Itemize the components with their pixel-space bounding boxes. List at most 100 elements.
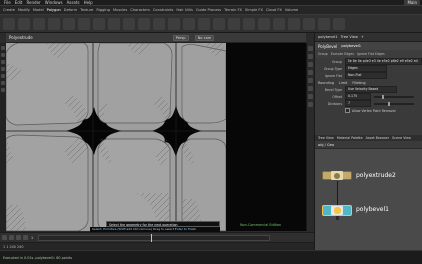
shelf-tab[interactable]: Hair Utils [176, 8, 192, 12]
shelf-tab[interactable]: Rigging [96, 8, 110, 12]
display-options-icon[interactable] [308, 46, 313, 51]
frame-cursor[interactable] [151, 233, 153, 242]
shelf-tab[interactable]: Simple FX [245, 8, 263, 12]
snapshot-icon[interactable] [308, 102, 313, 107]
node-polybevel1[interactable] [322, 205, 352, 220]
shelf-tab[interactable]: Constraints [153, 8, 174, 12]
network-path[interactable]: obj / Geo [318, 143, 334, 147]
path-tool-icon[interactable] [153, 17, 165, 30]
shelf-tab[interactable]: Modify [18, 8, 30, 12]
divisions-field[interactable]: 7 [345, 100, 371, 107]
network-editor[interactable]: Tree View Material Palette Asset Browser… [314, 135, 422, 250]
draw-curve-tool-icon[interactable] [138, 17, 150, 30]
box-tool-icon[interactable] [3, 17, 15, 30]
shelf-tab[interactable]: Guide Process [196, 8, 221, 12]
tab-scene-view[interactable]: Scene View [392, 136, 411, 140]
handle-tool-icon[interactable] [1, 74, 5, 78]
sphere-tool-icon[interactable] [18, 17, 30, 30]
normals-icon[interactable] [308, 70, 313, 75]
bevel-type-select[interactable]: Use Velocity Based [345, 86, 397, 93]
step-back-icon[interactable] [9, 235, 14, 240]
step-forward-icon[interactable] [23, 235, 28, 240]
offset-slider-handle[interactable] [382, 94, 384, 99]
grid-tool-icon[interactable] [63, 17, 75, 30]
tab-asset-browser[interactable]: Asset Browser [366, 136, 389, 140]
camera-select[interactable]: No cam [194, 34, 215, 41]
menu-edit[interactable]: Edit [15, 0, 23, 5]
shelf-tab[interactable]: Terrain FX [224, 8, 242, 12]
jump-start-icon[interactable] [2, 235, 7, 240]
tab-polybevel1[interactable]: polybevel1 [318, 35, 338, 39]
filter-option[interactable]: Ignore Flat Edges [357, 52, 385, 56]
ghost-icon[interactable] [308, 86, 313, 91]
rotate-tool-icon[interactable] [1, 60, 5, 64]
menu-assets[interactable]: Assets [67, 0, 80, 5]
geo-light-tool-icon[interactable] [318, 17, 330, 30]
scale-tool-icon[interactable] [1, 67, 5, 71]
menu-help[interactable]: Help [84, 0, 93, 5]
pose-tool-icon[interactable] [1, 81, 5, 85]
line-tool-icon[interactable] [93, 17, 105, 30]
group-field[interactable]: 5e 6e 0e p4e3 e3 4e e5e2 p6e2 e9 e5e2 e4 [344, 58, 422, 65]
env-light-tool-icon[interactable] [333, 17, 345, 30]
output-connector-icon[interactable] [336, 216, 339, 220]
divisions-slider[interactable] [374, 101, 414, 106]
3d-viewport[interactable] [6, 43, 226, 231]
shelf-tab[interactable]: Volume [285, 8, 298, 12]
file-tool-icon[interactable] [243, 17, 255, 30]
view-mode-select[interactable]: Persp [172, 34, 189, 41]
filter-option[interactable]: Group [318, 52, 328, 56]
shading-mode-icon[interactable] [308, 54, 313, 59]
spot-light-tool-icon[interactable] [288, 17, 300, 30]
torus-tool-icon[interactable] [48, 17, 60, 30]
section-tab[interactable]: Filleting [352, 81, 365, 85]
wireframe-icon[interactable] [308, 62, 313, 67]
shelf-tab[interactable]: Polygon [47, 8, 61, 12]
vertex-removal-checkbox[interactable] [345, 108, 350, 113]
group-type-select[interactable]: Edges [345, 65, 387, 72]
circle-tool-icon[interactable] [108, 17, 120, 30]
offset-field[interactable]: 0.175 [345, 93, 371, 100]
play-icon[interactable] [16, 235, 21, 240]
shelf-tab[interactable]: Cloud FX [266, 8, 282, 12]
spray-paint-tool-icon[interactable] [168, 17, 180, 30]
current-frame[interactable]: 1 [31, 236, 33, 240]
curve-tool-icon[interactable] [123, 17, 135, 30]
area-light-tool-icon[interactable] [303, 17, 315, 30]
light-tool-icon[interactable] [273, 17, 285, 30]
tube-tool-icon[interactable] [33, 17, 45, 30]
view-tool-icon[interactable] [1, 88, 5, 92]
font-tool-icon[interactable] [183, 17, 195, 30]
menu-windows[interactable]: Windows [45, 0, 63, 5]
filter-option[interactable]: Exclude Edges [331, 52, 354, 56]
shelf-tab[interactable]: Deform [64, 8, 77, 12]
tab-material-palette[interactable]: Material Palette [337, 136, 363, 140]
divisions-slider-handle[interactable] [388, 101, 390, 106]
camera-tool-icon[interactable] [258, 17, 270, 30]
ignore-flat-select[interactable]: Non-Flat [345, 72, 387, 79]
shelf-tab[interactable]: Create [3, 8, 15, 12]
null-tool-icon[interactable] [78, 17, 90, 30]
point-numbers-icon[interactable] [308, 78, 313, 83]
timeline-track[interactable] [38, 233, 271, 242]
node-polyextrude2[interactable] [322, 171, 352, 180]
add-tab-button[interactable]: + [361, 35, 364, 39]
offset-slider[interactable] [374, 94, 414, 99]
platonic-tool-icon[interactable] [198, 17, 210, 30]
section-tab[interactable]: Rounding [318, 81, 334, 85]
section-tab[interactable]: Limit [339, 81, 347, 85]
lock-camera-icon[interactable] [308, 94, 313, 99]
shelf-tab[interactable]: Muscles [113, 8, 127, 12]
select-tool-icon[interactable] [1, 46, 5, 50]
menu-file[interactable]: File [4, 0, 11, 5]
shelf-tab[interactable]: Texture [80, 8, 93, 12]
tab-tree-view[interactable]: Tree View [318, 136, 334, 140]
shelf-tab[interactable]: Model [33, 8, 44, 12]
metaball-tool-icon[interactable] [228, 17, 240, 30]
tab-tree-view[interactable]: Tree View [341, 35, 358, 39]
move-tool-icon[interactable] [1, 53, 5, 57]
shelf-tab[interactable]: Characters [130, 8, 150, 12]
menu-render[interactable]: Render [26, 0, 40, 5]
lsystem-tool-icon[interactable] [213, 17, 225, 30]
node-name-field[interactable]: polybevel1 [341, 44, 361, 48]
